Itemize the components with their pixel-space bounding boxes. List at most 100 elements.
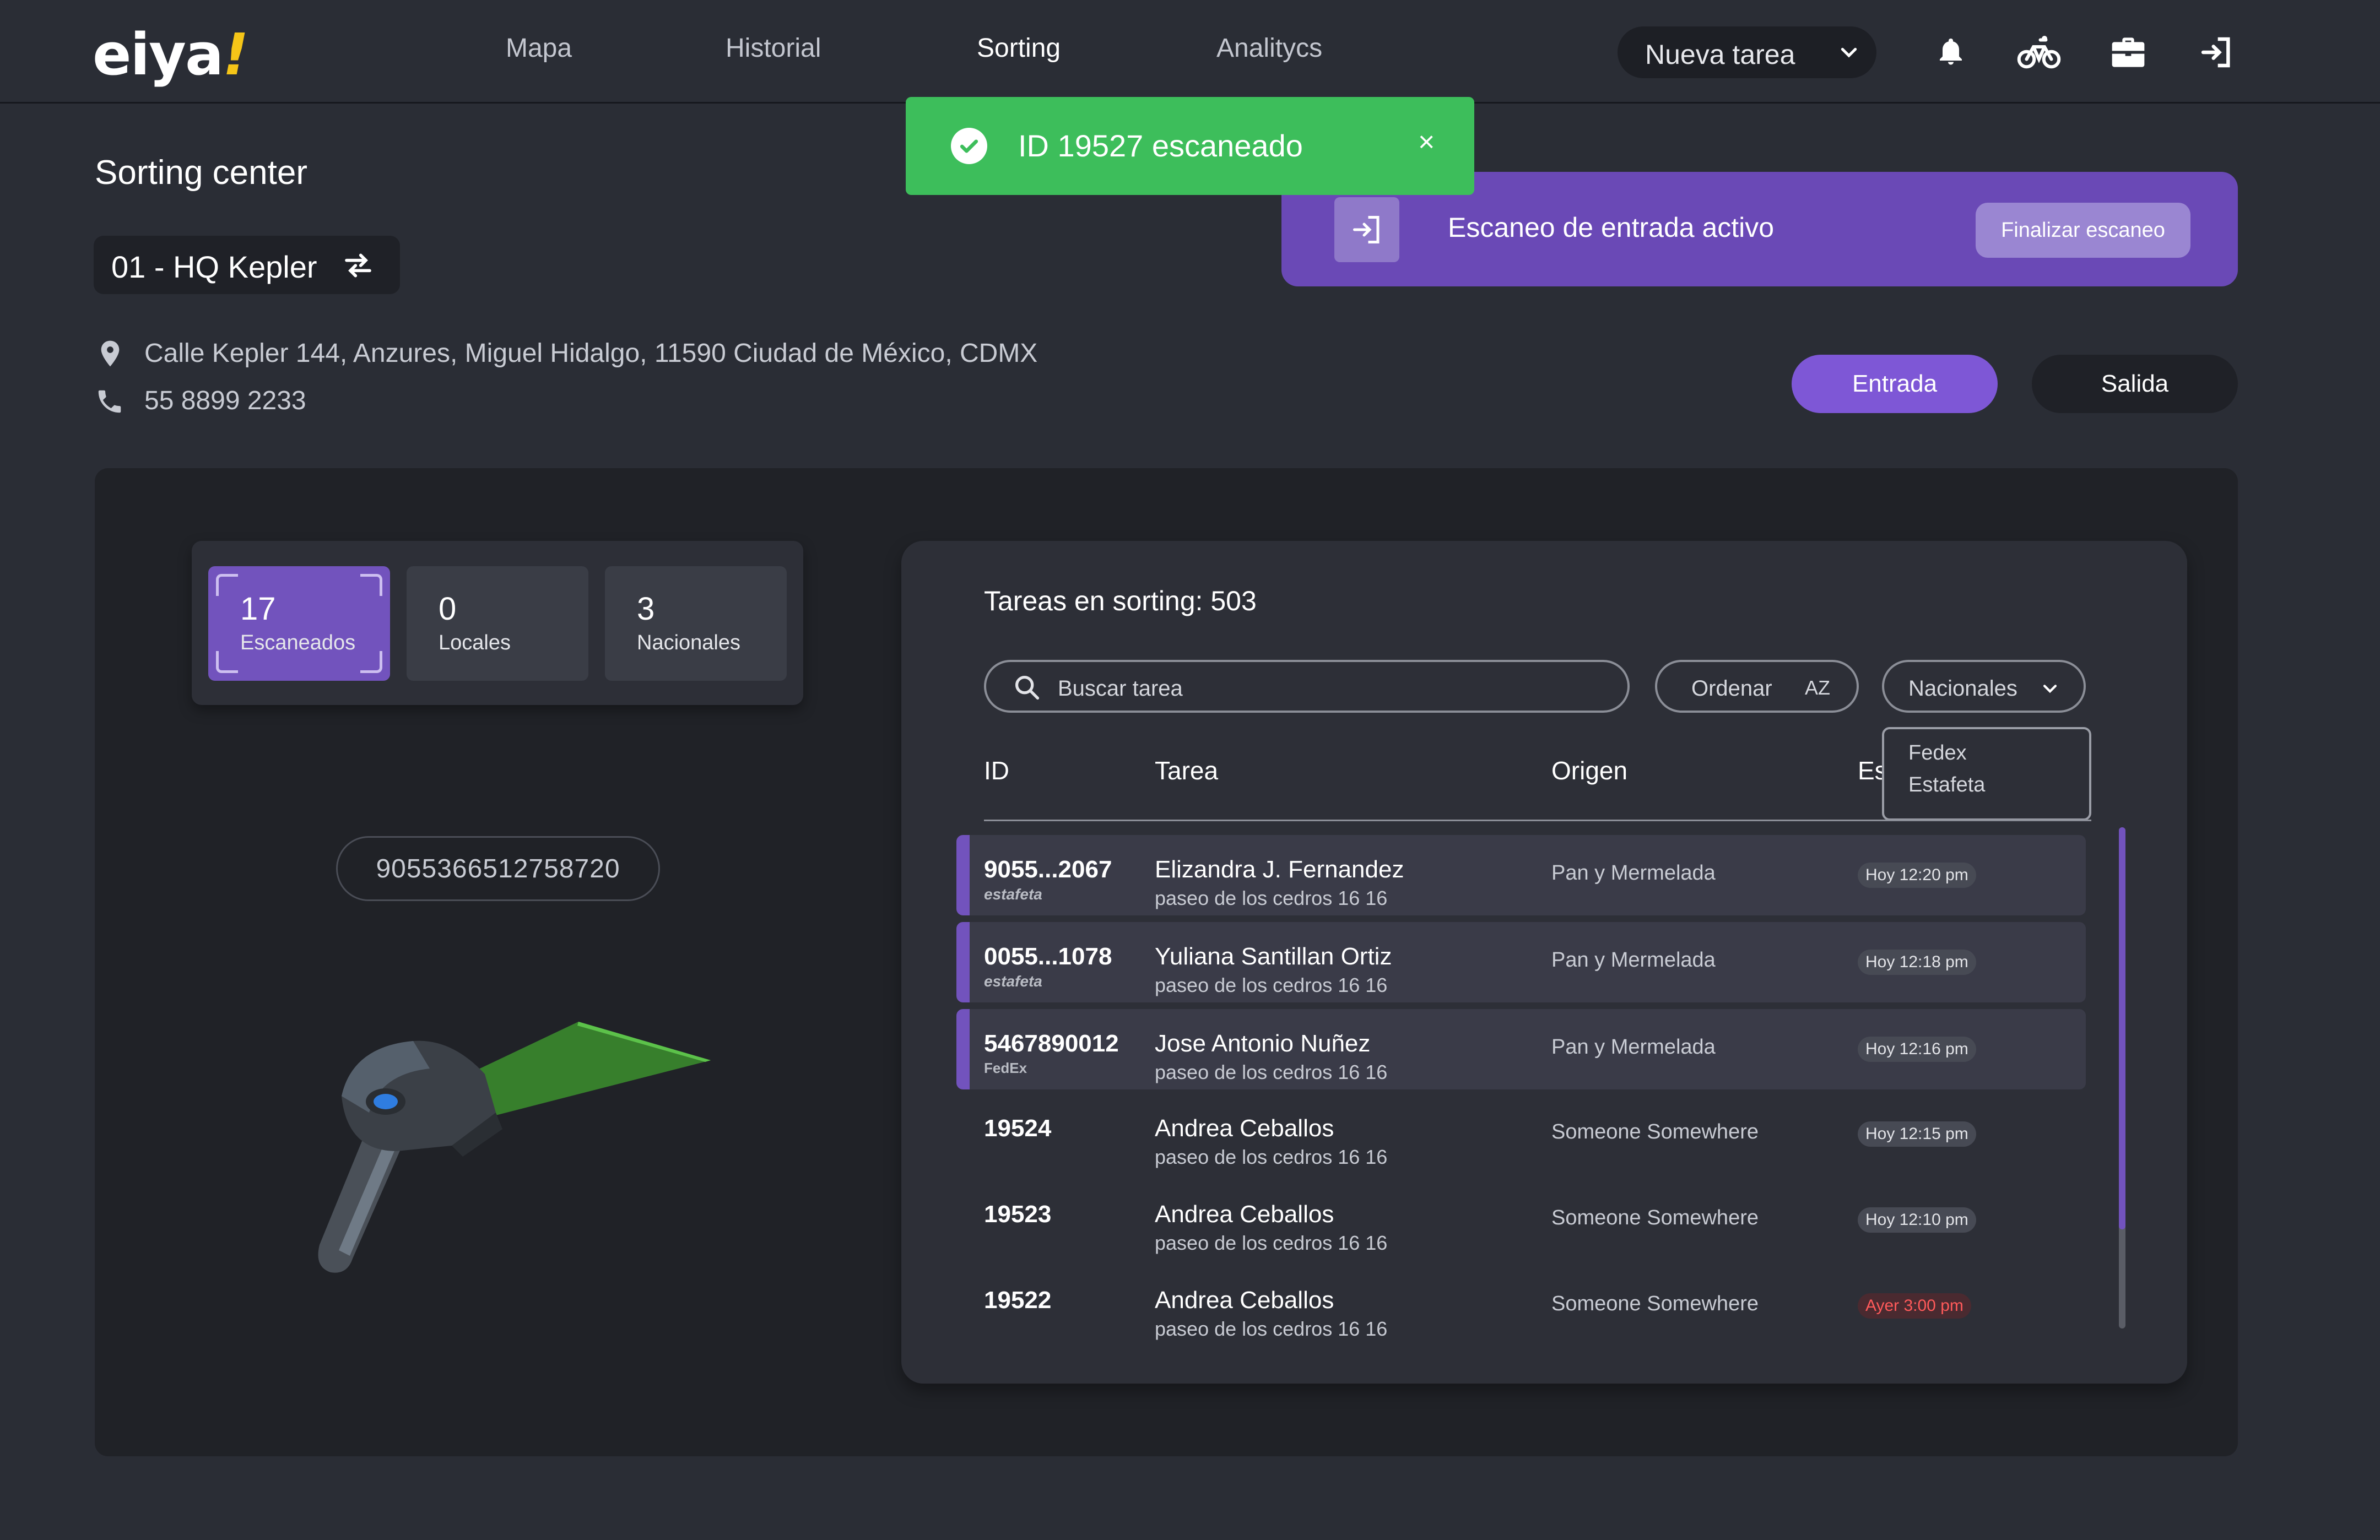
scan-stats-card: 17 Escaneados 0 Locales 3 Nacionales	[192, 541, 803, 705]
nav-item-historial[interactable]: Historial	[726, 33, 821, 63]
stat-value: 17	[240, 591, 276, 627]
carrier-logo: FedEx	[984, 1060, 1027, 1076]
row-origin: Pan y Mermelada	[1551, 861, 1716, 885]
row-id: 9055...2067	[984, 856, 1112, 883]
column-header-origin[interactable]: Origen	[1551, 756, 1627, 785]
phone-icon	[98, 390, 121, 413]
nav-item-sorting[interactable]: Sorting	[977, 33, 1061, 63]
site-name: 01 - HQ Kepler	[111, 250, 317, 284]
row-id: 19524	[984, 1115, 1052, 1142]
finish-scan-button[interactable]: Finalizar escaneo	[1976, 203, 2190, 258]
row-task-name: Andrea Ceballos	[1155, 1287, 1334, 1314]
tasks-count-title: Tareas en sorting: 503	[984, 585, 1257, 616]
search-placeholder: Buscar tarea	[1058, 676, 1183, 701]
tasks-card: Tareas en sorting: 503 Buscar tarea Orde…	[901, 541, 2187, 1384]
scrollbar-thumb[interactable]	[2119, 827, 2125, 1229]
filter-option-estafeta[interactable]: Estafeta	[1908, 773, 1985, 797]
location-pin-icon	[101, 340, 120, 367]
new-task-dropdown[interactable]: Nueva tarea	[1618, 26, 1876, 78]
stat-label: Escaneados	[240, 631, 356, 654]
row-task-name: Jose Antonio Nuñez	[1155, 1030, 1371, 1057]
row-highlight-bar	[956, 835, 970, 915]
logout-icon[interactable]	[2193, 29, 2240, 76]
table-row[interactable]: 9055...2067 estafeta Elizandra J. Fernan…	[956, 835, 2086, 915]
row-task-address: paseo de los cedros 16 16	[1155, 1146, 1388, 1168]
nav-item-mapa[interactable]: Mapa	[506, 33, 572, 63]
chevron-down-icon	[1841, 47, 1857, 58]
header-divider	[984, 820, 2091, 821]
row-time-badge: Hoy 12:18 pm	[1858, 950, 1976, 975]
top-navigation-bar: eiya! Mapa Historial Sorting Analitycs N…	[0, 0, 2380, 104]
row-time-badge: Hoy 12:16 pm	[1858, 1037, 1976, 1062]
eiya-logo[interactable]: eiya!	[93, 21, 249, 88]
row-id: 0055...1078	[984, 943, 1112, 970]
entrada-button[interactable]: Entrada	[1792, 355, 1998, 413]
stat-escaneados[interactable]: 17 Escaneados	[208, 566, 390, 681]
row-task-name: Yuliana Santillan Ortiz	[1155, 943, 1392, 970]
stat-value: 0	[439, 591, 457, 627]
success-toast: ID 19527 escaneado ×	[906, 97, 1474, 195]
close-icon[interactable]: ×	[1418, 126, 1435, 159]
search-icon	[1015, 675, 1040, 700]
page-title: Sorting center	[95, 154, 307, 192]
row-task-address: paseo de los cedros 16 16	[1155, 974, 1388, 996]
barcode-scanner-illustration	[318, 1022, 711, 1273]
row-origin: Someone Somewhere	[1551, 1292, 1759, 1315]
bell-icon[interactable]	[1927, 29, 1975, 76]
site-selector[interactable]: 01 - HQ Kepler	[94, 236, 400, 294]
row-task-name: Elizandra J. Fernandez	[1155, 856, 1404, 883]
row-time-badge: Hoy 12:15 pm	[1858, 1121, 1976, 1147]
filter-options-menu: Fedex Estafeta	[1882, 727, 2091, 821]
row-origin: Pan y Mermelada	[1551, 948, 1716, 972]
table-row[interactable]: 19523 Andrea Ceballos paseo de los cedro…	[956, 1180, 2086, 1260]
filter-option-fedex[interactable]: Fedex	[1908, 741, 1967, 765]
sort-az-icon: AZ	[1805, 676, 1831, 699]
row-time-badge-overdue: Ayer 3:00 pm	[1858, 1293, 1971, 1319]
carrier-logo: estafeta	[984, 886, 1042, 903]
search-input[interactable]: Buscar tarea	[984, 660, 1630, 713]
column-header-task[interactable]: Tarea	[1155, 756, 1218, 785]
row-id: 5467890012	[984, 1030, 1119, 1057]
row-origin: Someone Somewhere	[1551, 1120, 1759, 1143]
chevron-down-icon	[2043, 685, 2057, 693]
row-id: 19522	[984, 1287, 1052, 1314]
stat-locales[interactable]: 0 Locales	[407, 566, 588, 681]
row-highlight-bar	[956, 1009, 970, 1089]
table-row[interactable]: 19522 Andrea Ceballos paseo de los cedro…	[956, 1266, 2086, 1346]
scan-banner-text: Escaneo de entrada activo	[1448, 212, 1775, 243]
nav-item-analitycs[interactable]: Analitycs	[1216, 33, 1322, 63]
row-time-badge: Hoy 12:10 pm	[1858, 1207, 1976, 1233]
row-highlight-bar	[956, 922, 970, 1002]
stat-label: Locales	[439, 631, 511, 654]
new-task-label: Nueva tarea	[1645, 39, 1795, 70]
filter-label: Nacionales	[1908, 676, 2017, 701]
site-address: Calle Kepler 144, Anzures, Miguel Hidalg…	[144, 339, 1038, 368]
row-time-badge: Hoy 12:20 pm	[1858, 863, 1976, 888]
scanned-barcode: 9055366512758720	[336, 836, 660, 901]
table-row[interactable]: 19524 Andrea Ceballos paseo de los cedro…	[956, 1094, 2086, 1174]
stat-value: 3	[637, 591, 655, 627]
column-header-id[interactable]: ID	[984, 756, 1009, 785]
toast-message: ID 19527 escaneado	[1018, 128, 1303, 163]
row-task-address: paseo de los cedros 16 16	[1155, 1232, 1388, 1254]
row-origin: Pan y Mermelada	[1551, 1035, 1716, 1059]
table-row[interactable]: 5467890012 FedEx Jose Antonio Nuñez pase…	[956, 1009, 2086, 1089]
site-phone: 55 8899 2233	[144, 386, 306, 415]
table-row[interactable]: 0055...1078 estafeta Yuliana Santillan O…	[956, 922, 2086, 1002]
salida-button[interactable]: Salida	[2032, 355, 2238, 413]
briefcase-icon[interactable]	[2105, 29, 2152, 76]
row-task-address: paseo de los cedros 16 16	[1155, 1317, 1388, 1340]
row-task-address: paseo de los cedros 16 16	[1155, 1061, 1388, 1083]
stat-nacionales[interactable]: 3 Nacionales	[605, 566, 787, 681]
carrier-logo: estafeta	[984, 973, 1042, 990]
row-id: 19523	[984, 1201, 1052, 1228]
scan-entry-icon	[1334, 197, 1399, 262]
stat-label: Nacionales	[637, 631, 740, 654]
sort-button[interactable]: Ordenar AZ	[1655, 660, 1859, 713]
row-task-name: Andrea Ceballos	[1155, 1115, 1334, 1142]
row-origin: Someone Somewhere	[1551, 1206, 1759, 1229]
sort-label: Ordenar	[1691, 676, 1772, 701]
check-circle-icon	[951, 128, 987, 164]
bike-icon[interactable]	[2015, 29, 2063, 76]
carrier-filter-dropdown[interactable]: Nacionales	[1882, 660, 2086, 713]
